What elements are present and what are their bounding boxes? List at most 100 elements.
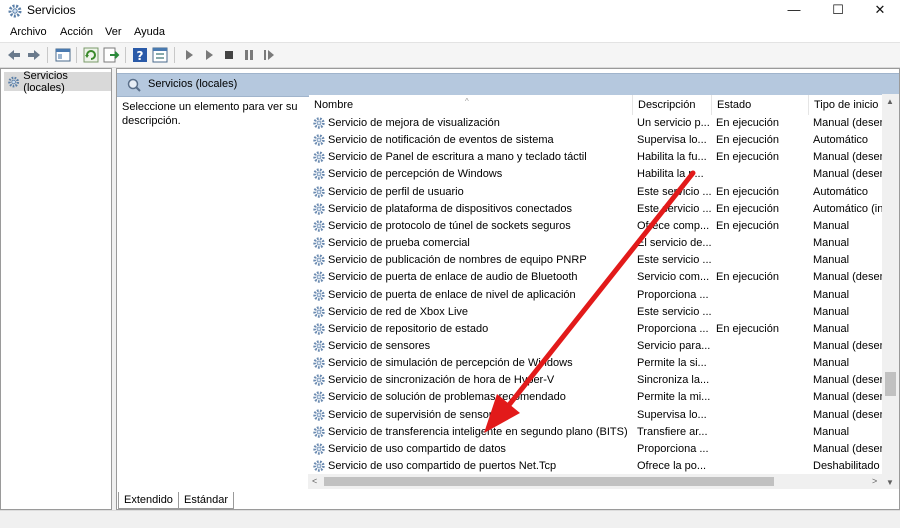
service-name: Servicio de sincronización de hora de Hy… (328, 374, 555, 387)
service-gear-icon (313, 374, 325, 386)
table-row[interactable]: Servicio de sensores Servicio para... Manu… (309, 338, 899, 355)
forward-arrow-icon[interactable] (25, 46, 43, 64)
table-row[interactable]: Servicio de supervisión de sensores Super… (309, 407, 899, 424)
column-header-nombre[interactable]: ^ Nombre (309, 95, 633, 115)
minimize-button[interactable]: — (772, 0, 816, 22)
services-gear-icon (8, 4, 22, 18)
toolbar-separator (76, 47, 77, 63)
service-state: En ejecución (716, 151, 779, 164)
tab-estandar[interactable]: Estándar (178, 492, 235, 509)
table-row[interactable]: Servicio de perfil de usuario Este servic… (309, 184, 899, 201)
service-gear-icon (313, 305, 325, 318)
table-row[interactable]: Servicio de uso compartido de puertos Ne… (309, 458, 899, 475)
column-label: Estado (717, 99, 752, 111)
service-name: Servicio de uso compartido de datos (328, 442, 506, 455)
service-gear-icon (313, 117, 325, 129)
vertical-scrollbar[interactable]: ▲ ▼ (882, 94, 899, 489)
pause-service-icon[interactable] (240, 46, 258, 64)
restart-service-icon[interactable] (260, 46, 278, 64)
service-description: Habilita la fu... (637, 151, 707, 164)
toolbar: ? (0, 43, 900, 68)
service-name: Servicio de puerta de enlace de audio de… (328, 271, 578, 284)
search-gear-icon (127, 78, 141, 92)
toolbar-separator (47, 47, 48, 63)
menu-archivo[interactable]: Archivo (10, 26, 47, 38)
table-row[interactable]: Servicio de protocolo de túnel de socket… (309, 218, 899, 235)
service-name: Servicio de solución de problemas recome… (328, 391, 566, 404)
stop-service-icon[interactable] (220, 46, 238, 64)
service-description: Ofrece la po... (637, 460, 707, 472)
table-row[interactable]: Servicio de mejora de visualización Un se… (309, 115, 899, 132)
column-label: Descripción (638, 99, 696, 111)
service-description: Supervisa lo... (637, 134, 707, 147)
start-service-icon[interactable] (180, 46, 198, 64)
export-list-icon[interactable] (102, 46, 120, 64)
table-row[interactable]: Servicio de simulación de percepción de … (309, 355, 899, 372)
sort-ascending-icon: ^ (465, 97, 469, 106)
scroll-up-icon[interactable]: ▲ (886, 97, 894, 106)
service-description: Sincroniza la... (637, 374, 710, 387)
service-name: Servicio de percepción de Windows (328, 168, 503, 181)
table-row[interactable]: Servicio de puerta de enlace de audio de… (309, 269, 899, 286)
help-icon[interactable]: ? (131, 46, 149, 64)
table-row[interactable]: Servicio de repositorio de estado Proporc… (309, 321, 899, 338)
service-name: Servicio de repositorio de estado (328, 322, 489, 335)
menu-ayuda[interactable]: Ayuda (134, 26, 165, 38)
svg-text:?: ? (137, 49, 144, 63)
menu-accion[interactable]: Acción (60, 26, 93, 38)
close-button[interactable]: ✕ (858, 0, 900, 22)
service-gear-icon (313, 237, 325, 249)
back-arrow-icon[interactable] (5, 46, 23, 64)
service-description: Este servicio ... (637, 305, 711, 318)
table-row[interactable]: Servicio de red de Xbox Live Este servici… (309, 304, 899, 321)
tab-extendido[interactable]: Extendido (118, 492, 179, 509)
service-name: Servicio de supervisión de sensores (328, 408, 505, 421)
service-state: En ejecución (716, 202, 779, 215)
table-row[interactable]: Servicio de uso compartido de datos Propo… (309, 441, 899, 458)
column-label: Tipo de inicio (814, 99, 879, 111)
table-row[interactable]: Servicio de publicación de nombres de eq… (309, 252, 899, 269)
scroll-right-icon[interactable]: > (872, 476, 877, 486)
table-row[interactable]: Servicio de sincronización de hora de Hy… (309, 372, 899, 389)
tree-item-servicios-locales[interactable]: Servicios (locales) (4, 70, 111, 94)
service-name: Servicio de uso compartido de puertos Ne… (328, 460, 557, 472)
service-name: Servicio de puerta de enlace de nivel de… (328, 288, 576, 301)
scroll-left-icon[interactable]: < (312, 476, 317, 486)
service-gear-icon (313, 340, 325, 352)
service-gear-icon (313, 185, 325, 198)
column-header-descripcion[interactable]: Descripción (633, 95, 712, 115)
table-row[interactable]: Servicio de solución de problemas recome… (309, 389, 899, 406)
vertical-scroll-thumb[interactable] (885, 372, 896, 396)
refresh-icon[interactable] (82, 46, 100, 64)
table-row[interactable]: Servicio de Panel de escritura a mano y … (309, 149, 899, 166)
horizontal-scroll-thumb[interactable] (324, 477, 774, 486)
table-row[interactable]: Servicio de plataforma de dispositivos c… (309, 201, 899, 218)
table-row[interactable]: Servicio de notificación de eventos de s… (309, 132, 899, 149)
table-row[interactable]: Servicio de transferencia inteligente en… (309, 424, 899, 441)
service-description: Permite la si... (637, 357, 707, 370)
service-name: Servicio de simulación de percepción de … (328, 357, 573, 370)
service-description: Servicio para... (637, 339, 711, 352)
service-gear-icon (313, 134, 325, 146)
column-header-estado[interactable]: Estado (712, 95, 809, 115)
service-state: En ejecución (716, 322, 779, 335)
service-description: El servicio de... (637, 237, 711, 250)
service-description: Transfiere ar... (637, 425, 708, 438)
service-state: En ejecución (716, 219, 779, 232)
properties-icon[interactable] (151, 46, 169, 64)
table-row[interactable]: Servicio de percepción de Windows Habilit… (309, 166, 899, 183)
column-label: Nombre (314, 99, 354, 111)
service-gear-icon (313, 426, 325, 438)
service-gear-icon (313, 460, 325, 472)
table-row[interactable]: Servicio de prueba comercial El servicio … (309, 235, 899, 252)
console-tree-icon[interactable] (54, 46, 72, 64)
horizontal-scrollbar[interactable]: < > (308, 474, 882, 489)
service-description: Proporciona ... (637, 442, 709, 455)
resume-service-icon[interactable] (200, 46, 218, 64)
table-row[interactable]: Servicio de puerta de enlace de nivel de… (309, 287, 899, 304)
scroll-down-icon[interactable]: ▼ (886, 478, 894, 487)
maximize-button[interactable]: ☐ (816, 0, 860, 22)
service-description: Ofrece comp... (637, 219, 710, 232)
menu-ver[interactable]: Ver (105, 26, 122, 38)
service-description: Proporciona ... (637, 288, 709, 301)
